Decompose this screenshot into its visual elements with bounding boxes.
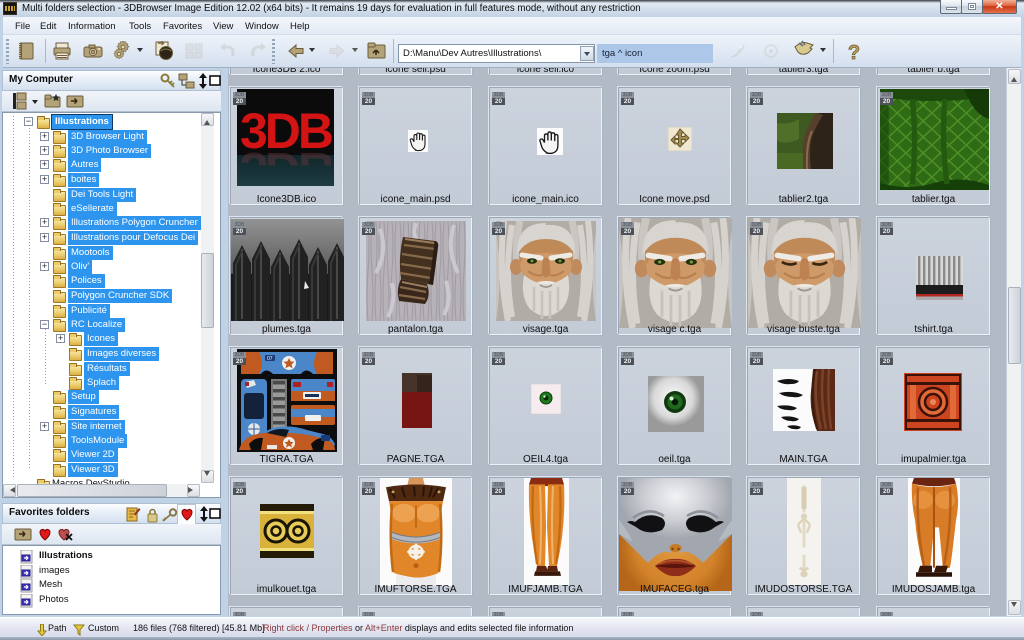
svg-text:07: 07	[267, 356, 273, 362]
svg-text:?: ?	[848, 42, 860, 63]
